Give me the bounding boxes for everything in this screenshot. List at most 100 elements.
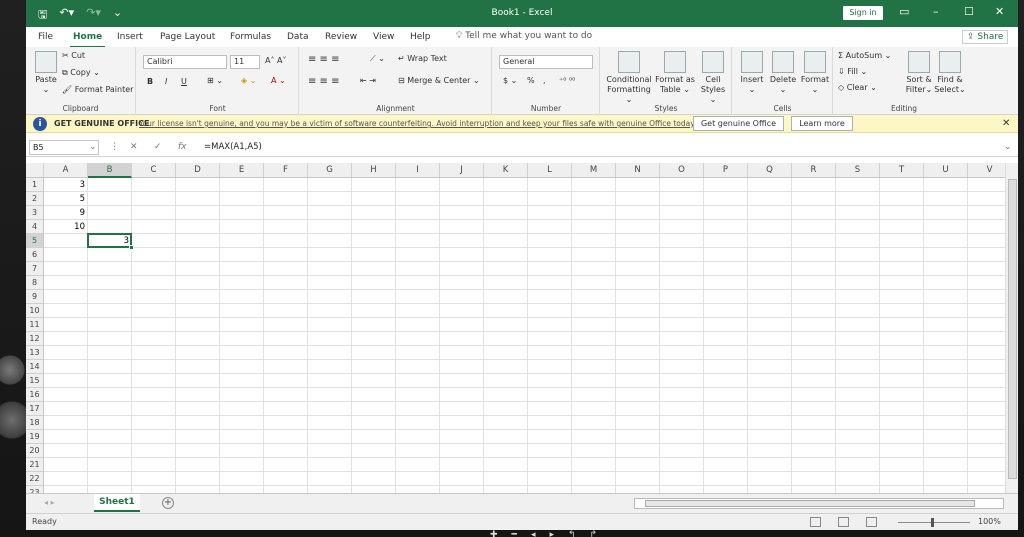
row-header-23[interactable]: 23 — [26, 486, 44, 493]
add-sheet-icon[interactable]: + — [162, 497, 174, 509]
sign-in-button[interactable]: Sign in — [843, 6, 883, 20]
tab-formulas[interactable]: Formulas — [230, 32, 271, 42]
expand-formula-icon[interactable]: ⌄ — [1004, 142, 1012, 152]
row-header-9[interactable]: 9 — [26, 290, 44, 304]
column-header-c[interactable]: C — [132, 163, 176, 178]
row-header-8[interactable]: 8 — [26, 276, 44, 290]
insert-cells-button[interactable]: Insert ⌄ — [737, 51, 767, 95]
cell-styles-button[interactable]: Cell Styles ⌄ — [697, 51, 729, 105]
name-box-dropdown-icon[interactable]: ⌄ — [89, 142, 97, 152]
row-header-2[interactable]: 2 — [26, 192, 44, 206]
sheet-tab[interactable]: Sheet1 — [94, 494, 140, 512]
row-header-14[interactable]: 14 — [26, 360, 44, 374]
sort-filter-button[interactable]: Sort & Filter⌄ — [904, 51, 934, 95]
horizontal-scroll-thumb[interactable] — [645, 500, 975, 507]
format-painter-button[interactable]: 🖌︎ Format Painter — [62, 85, 133, 94]
percent-button[interactable]: % — [527, 76, 535, 85]
row-header-4[interactable]: 4 — [26, 220, 44, 234]
tab-file[interactable]: File — [38, 32, 53, 42]
minimize-icon[interactable]: – — [933, 5, 939, 18]
tell-me-search[interactable]: 💡︎ Tell me what you want to do — [456, 31, 592, 41]
row-header-19[interactable]: 19 — [26, 430, 44, 444]
underline-button[interactable]: U — [181, 77, 187, 86]
cell-a1[interactable]: 3 — [44, 178, 88, 192]
column-header-u[interactable]: U — [924, 163, 968, 178]
row-header-5[interactable]: 5 — [26, 234, 44, 248]
column-header-v[interactable]: V — [968, 163, 1006, 178]
borders-icon[interactable]: ⊞ ⌄ — [207, 76, 223, 85]
fill-handle[interactable] — [129, 245, 134, 250]
vertical-scrollbar[interactable] — [1005, 163, 1018, 493]
ribbon-display-icon[interactable]: ▭ — [899, 5, 909, 18]
get-genuine-button[interactable]: Get genuine Office — [693, 116, 784, 131]
column-header-i[interactable]: I — [396, 163, 440, 178]
tab-home[interactable]: Home — [69, 32, 106, 48]
column-header-b[interactable]: B — [88, 163, 132, 178]
number-format-select[interactable]: General — [499, 55, 593, 69]
column-header-a[interactable]: A — [44, 163, 88, 178]
row-header-7[interactable]: 7 — [26, 262, 44, 276]
column-header-t[interactable]: T — [880, 163, 924, 178]
row-header-1[interactable]: 1 — [26, 178, 44, 192]
left-align-icon[interactable]: ≡ ≡ ≡ — [308, 76, 340, 87]
find-select-button[interactable]: Find & Select⌄ — [934, 51, 966, 95]
row-header-22[interactable]: 22 — [26, 472, 44, 486]
share-button[interactable]: ⇪ Share — [962, 30, 1009, 44]
normal-view-icon[interactable] — [810, 517, 821, 527]
bold-button[interactable]: B — [147, 77, 153, 86]
orientation-icon[interactable]: ⟋ ⌄ — [370, 54, 385, 64]
column-header-m[interactable]: M — [572, 163, 616, 178]
column-header-k[interactable]: K — [484, 163, 528, 178]
conditional-formatting-button[interactable]: Conditional Formatting ⌄ — [605, 51, 653, 105]
row-header-13[interactable]: 13 — [26, 346, 44, 360]
row-header-12[interactable]: 12 — [26, 332, 44, 346]
cut-button[interactable]: ✂ Cut — [62, 51, 85, 60]
insert-function-icon[interactable]: fx — [178, 142, 187, 152]
banner-close-icon[interactable]: ✕ — [1002, 118, 1010, 129]
cell-a2[interactable]: 5 — [44, 192, 88, 206]
currency-button[interactable]: $ ⌄ — [503, 76, 517, 85]
row-header-18[interactable]: 18 — [26, 416, 44, 430]
row-header-21[interactable]: 21 — [26, 458, 44, 472]
tab-insert[interactable]: Insert — [117, 32, 143, 42]
row-header-11[interactable]: 11 — [26, 318, 44, 332]
comma-button[interactable]: , — [543, 76, 546, 85]
tab-review[interactable]: Review — [325, 32, 357, 42]
row-header-16[interactable]: 16 — [26, 388, 44, 402]
learn-more-button[interactable]: Learn more — [791, 116, 853, 131]
tab-data[interactable]: Data — [287, 32, 309, 42]
banner-message-link[interactable]: Your license isn't genuine, and you may … — [139, 119, 696, 128]
zoom-slider[interactable] — [898, 522, 970, 523]
italic-button[interactable]: I — [165, 77, 167, 86]
column-header-g[interactable]: G — [308, 163, 352, 178]
zoom-slider-thumb[interactable] — [931, 518, 934, 527]
copy-button[interactable]: ⧉ Copy ⌄ — [62, 68, 100, 78]
autosum-button[interactable]: Σ AutoSum ⌄ — [838, 51, 891, 60]
enter-icon[interactable]: ✓ — [154, 142, 162, 152]
column-header-l[interactable]: L — [528, 163, 572, 178]
tab-help[interactable]: Help — [410, 32, 431, 42]
format-as-table-button[interactable]: Format as Table ⌄ — [655, 51, 695, 95]
cell-a4[interactable]: 10 — [44, 220, 88, 234]
column-header-o[interactable]: O — [660, 163, 704, 178]
font-name-select[interactable]: Calibri — [143, 55, 227, 69]
row-header-6[interactable]: 6 — [26, 248, 44, 262]
column-header-e[interactable]: E — [220, 163, 264, 178]
column-header-j[interactable]: J — [440, 163, 484, 178]
indent-icon[interactable]: ⇤ ⇥ — [360, 76, 376, 85]
fill-color-icon[interactable]: ◈ ⌄ — [241, 76, 256, 85]
column-header-n[interactable]: N — [616, 163, 660, 178]
column-header-r[interactable]: R — [792, 163, 836, 178]
decimal-icon[interactable]: ⁺⁰ ⁰⁰ — [559, 76, 575, 85]
top-align-icon[interactable]: ≡ ≡ ≡ — [308, 54, 340, 65]
column-header-d[interactable]: D — [176, 163, 220, 178]
delete-cells-button[interactable]: Delete ⌄ — [768, 51, 798, 95]
tab-page-layout[interactable]: Page Layout — [160, 32, 215, 42]
tab-view[interactable]: View — [373, 32, 394, 42]
grow-font-icon[interactable]: A˄ A˅ — [265, 56, 287, 65]
wrap-text-button[interactable]: ↵ Wrap Text — [398, 54, 447, 63]
fill-button[interactable]: ⇩ Fill ⌄ — [838, 67, 867, 76]
column-header-f[interactable]: F — [264, 163, 308, 178]
column-header-h[interactable]: H — [352, 163, 396, 178]
font-color-icon[interactable]: A ⌄ — [271, 76, 286, 85]
